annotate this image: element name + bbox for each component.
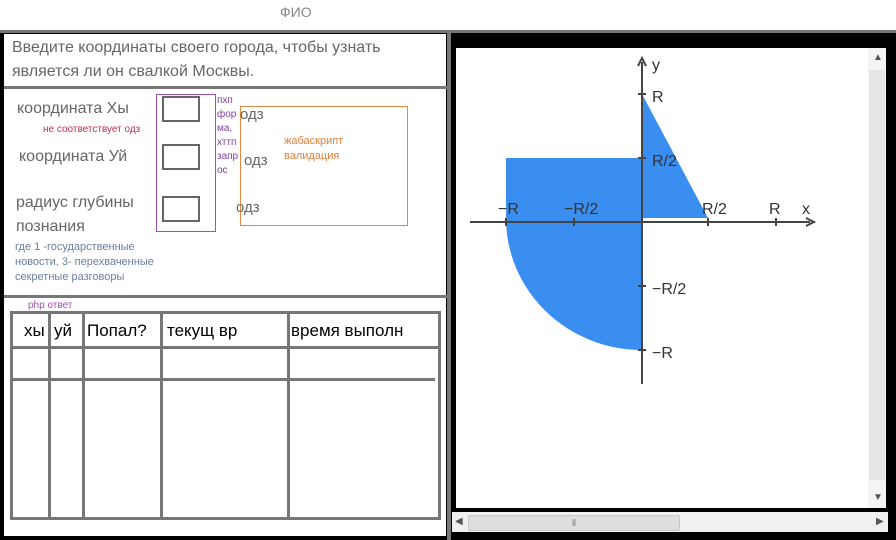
- y-axis-label: y: [652, 57, 660, 74]
- js-note-line-2: валидация: [284, 150, 340, 162]
- column-header-x: хы: [24, 321, 45, 340]
- radius-hint-line-2: новости, 3- перехваченные: [15, 256, 154, 268]
- table-left-border: [10, 311, 13, 520]
- x-coordinate-input[interactable]: [162, 96, 200, 122]
- column-header-current-time: текущ вр: [167, 321, 238, 340]
- js-validation-note: жабаскрипт валидация: [284, 134, 374, 164]
- js-note-line-1: жабаскрипт: [284, 135, 344, 147]
- x-coordinate-label: координата Хы: [17, 100, 129, 117]
- table-bottom-border: [10, 517, 441, 520]
- odz-label-x: одз: [240, 106, 264, 123]
- odz-label-y: одз: [244, 152, 268, 169]
- panel-divider: [447, 33, 451, 540]
- table-col-divider-2: [82, 313, 85, 520]
- y-coordinate-label: координата Уй: [19, 148, 128, 165]
- odz-label-r: одз: [236, 199, 260, 216]
- scroll-down-icon[interactable]: ▼: [873, 492, 883, 503]
- php-answer-label: php ответ: [28, 300, 73, 311]
- page-title: ФИО: [280, 4, 312, 20]
- label-x-neg-r: −R: [498, 201, 519, 218]
- label-y-r-half: R/2: [652, 153, 677, 170]
- label-y-neg-r: −R: [652, 345, 673, 362]
- form-divider: [4, 295, 448, 298]
- label-y-neg-r-half: −R/2: [652, 281, 686, 298]
- label-y-r: R: [652, 89, 664, 106]
- scroll-left-icon[interactable]: ◀: [455, 516, 463, 527]
- radius-label-line-2: познания: [16, 218, 85, 235]
- scroll-up-icon[interactable]: ▲: [873, 52, 883, 63]
- label-x-neg-r-half: −R/2: [564, 201, 598, 218]
- horizontal-scroll-thumb[interactable]: ⦀: [468, 515, 680, 531]
- y-coordinate-input[interactable]: [162, 144, 200, 170]
- radius-label-line-1: радиус глубины: [16, 194, 134, 211]
- scroll-right-icon[interactable]: ▶: [876, 516, 884, 527]
- prompt-divider: [4, 86, 448, 89]
- table-header-border: [10, 346, 441, 349]
- radius-hint: где 1 -государственные новости, 3- перех…: [15, 240, 185, 285]
- table-row-border: [12, 378, 435, 381]
- table-col-divider-1: [48, 313, 51, 520]
- table-col-divider-3: [160, 313, 163, 520]
- label-x-r-half: R/2: [702, 201, 727, 218]
- table-col-divider-4: [287, 313, 290, 520]
- header-bar: [0, 0, 896, 30]
- prompt-line-1: Введите координаты своего города, чтобы …: [12, 39, 381, 56]
- label-x-r: R: [769, 201, 781, 218]
- php-form-note: пхп форма, хттп запрос: [217, 95, 239, 176]
- prompt-line-2: является ли он свалкой Москвы.: [12, 63, 255, 80]
- vertical-scroll-thumb[interactable]: [869, 70, 885, 480]
- column-header-hit: Попал?: [87, 321, 147, 340]
- radius-input[interactable]: [162, 196, 200, 222]
- table-top-border: [10, 311, 441, 314]
- table-right-border: [438, 311, 441, 520]
- column-header-y: уй: [54, 321, 72, 340]
- validation-error: не соответствует одз: [43, 124, 141, 135]
- column-header-exec-time: время выполн: [291, 321, 404, 340]
- radius-hint-line-3: секретные разговоры: [15, 271, 125, 283]
- form-prompt: Введите координаты своего города, чтобы …: [12, 36, 448, 84]
- x-axis-label: x: [802, 201, 810, 218]
- area-graph[interactable]: y x R R/2 −R/2 −R −R −R/2 R/2 R: [456, 48, 868, 508]
- radius-hint-line-1: где 1 -государственные: [15, 241, 135, 253]
